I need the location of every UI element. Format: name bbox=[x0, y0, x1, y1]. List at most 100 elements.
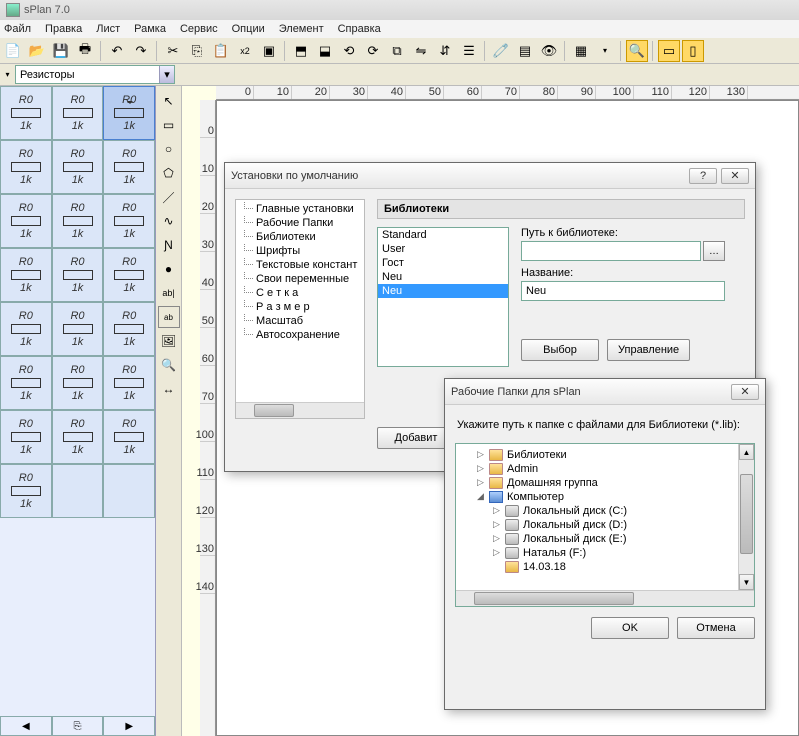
poly-icon[interactable]: ⬠ bbox=[158, 162, 180, 184]
menu-help[interactable]: Справка bbox=[338, 23, 381, 35]
list-item[interactable]: User bbox=[378, 242, 508, 256]
flip-h-icon[interactable]: ⇋ bbox=[410, 40, 432, 62]
folder-tree-item[interactable]: ▷Наталья (F:) bbox=[460, 546, 750, 560]
palette-item[interactable]: R01k bbox=[0, 464, 52, 518]
component-category-combo[interactable]: Резисторы ▾ bbox=[15, 65, 175, 84]
cut-icon[interactable]: ✂ bbox=[162, 40, 184, 62]
selector-mid[interactable]: ⎘ bbox=[52, 716, 104, 736]
tree-item[interactable]: Главные установки bbox=[240, 202, 364, 216]
expand-icon[interactable]: ▷ bbox=[476, 479, 485, 488]
folder-tree-item[interactable]: ▷Admin bbox=[460, 462, 750, 476]
palette-item[interactable]: R01k bbox=[52, 86, 104, 140]
palette-item[interactable]: R01k bbox=[0, 356, 52, 410]
folder-tree-item[interactable]: ▷Локальный диск (E:) bbox=[460, 532, 750, 546]
expand-icon[interactable]: ▷ bbox=[492, 521, 501, 530]
x2-icon[interactable]: x2 bbox=[234, 40, 256, 62]
help-icon[interactable]: ? bbox=[689, 168, 717, 184]
folder-tree-item[interactable]: ▷Домашняя группа bbox=[460, 476, 750, 490]
palette-item[interactable] bbox=[52, 464, 104, 518]
palette-item[interactable]: R01k bbox=[103, 140, 155, 194]
zoom-icon[interactable]: 🔍 bbox=[626, 40, 648, 62]
folder-tree-item[interactable]: 14.03.18 bbox=[460, 560, 750, 574]
settings-dialog-title[interactable]: Установки по умолчанию ? ✕ bbox=[225, 163, 755, 189]
palette-item[interactable]: R01k bbox=[0, 410, 52, 464]
expand-icon[interactable]: ▷ bbox=[492, 535, 501, 544]
folder-tree-item[interactable]: ▷Локальный диск (D:) bbox=[460, 518, 750, 532]
paste-icon[interactable]: 📋 bbox=[210, 40, 232, 62]
textbox-icon[interactable]: ab bbox=[158, 306, 180, 328]
palette-item[interactable]: R01k bbox=[0, 140, 52, 194]
undo-icon[interactable]: ↶ bbox=[106, 40, 128, 62]
palette-item[interactable]: R01k bbox=[0, 248, 52, 302]
folder-tree-hscroll[interactable] bbox=[456, 590, 754, 606]
back-icon[interactable]: ⬓ bbox=[314, 40, 336, 62]
palette-item[interactable]: R01k bbox=[0, 194, 52, 248]
tree-item[interactable]: Р а з м е р bbox=[240, 300, 364, 314]
tree-item[interactable]: Библиотеки bbox=[240, 230, 364, 244]
select-button[interactable]: Выбор bbox=[521, 339, 599, 361]
name-input[interactable] bbox=[521, 281, 725, 301]
align-icon[interactable]: ☰ bbox=[458, 40, 480, 62]
front-icon[interactable]: ⬒ bbox=[290, 40, 312, 62]
line-icon[interactable]: ／ bbox=[158, 186, 180, 208]
num-icon[interactable]: ▤ bbox=[514, 40, 536, 62]
palette-item[interactable]: R01k bbox=[52, 140, 104, 194]
palette-item[interactable]: R01k bbox=[103, 356, 155, 410]
ok-button[interactable]: OK bbox=[591, 617, 669, 639]
rotate-right-icon[interactable]: ⟳ bbox=[362, 40, 384, 62]
menu-sheet[interactable]: Лист bbox=[96, 23, 120, 35]
dropdown-arrow-icon[interactable]: ▾ bbox=[594, 40, 616, 62]
browse-button[interactable]: … bbox=[703, 241, 725, 261]
palette-item[interactable]: R01k bbox=[103, 86, 155, 140]
settings-tree[interactable]: Главные установкиРабочие ПапкиБиблиотеки… bbox=[235, 199, 365, 419]
tree-item[interactable]: С е т к а bbox=[240, 286, 364, 300]
palette-item[interactable]: R01k bbox=[52, 302, 104, 356]
palette-item[interactable]: R01k bbox=[52, 356, 104, 410]
palette-item[interactable]: R01k bbox=[103, 248, 155, 302]
palette-item[interactable]: R01k bbox=[52, 410, 104, 464]
palette-item[interactable] bbox=[103, 464, 155, 518]
frame2-icon[interactable]: ▯ bbox=[682, 40, 704, 62]
flip-v-icon[interactable]: ⇵ bbox=[434, 40, 456, 62]
menu-options[interactable]: Опции bbox=[232, 23, 265, 35]
duplicate-icon[interactable]: ⧉ bbox=[386, 40, 408, 62]
scroll-down-icon[interactable]: ▼ bbox=[739, 574, 754, 590]
scroll-up-icon[interactable]: ▲ bbox=[739, 444, 754, 460]
palette-item[interactable]: R01k bbox=[103, 302, 155, 356]
tree-item[interactable]: Масштаб bbox=[240, 314, 364, 328]
folder-tree-item[interactable]: ▷Библиотеки bbox=[460, 448, 750, 462]
clip-icon[interactable]: 🧷 bbox=[490, 40, 512, 62]
grid-icon[interactable]: ▦ bbox=[570, 40, 592, 62]
image-icon[interactable]: 🖼 bbox=[158, 330, 180, 352]
folder-tree-item[interactable]: ▷Локальный диск (C:) bbox=[460, 504, 750, 518]
rect-icon[interactable]: ▭ bbox=[158, 114, 180, 136]
list-item[interactable]: Standard bbox=[378, 228, 508, 242]
bezier-icon[interactable]: Ɲ bbox=[158, 234, 180, 256]
group-icon[interactable]: ▣ bbox=[258, 40, 280, 62]
expand-icon[interactable]: ▷ bbox=[492, 507, 501, 516]
scroll-thumb[interactable] bbox=[474, 592, 634, 605]
open-icon[interactable]: 📂 bbox=[26, 40, 48, 62]
print-icon[interactable]: 🖶 bbox=[74, 40, 96, 62]
new-icon[interactable]: 📄 bbox=[2, 40, 24, 62]
chevron-down-icon[interactable]: ▾ bbox=[159, 66, 174, 83]
list-item[interactable]: Neu bbox=[378, 270, 508, 284]
zoom-tool-icon[interactable]: 🔍 bbox=[158, 354, 180, 376]
redo-icon[interactable]: ↷ bbox=[130, 40, 152, 62]
folder-tree-item[interactable]: ◢Компьютер bbox=[460, 490, 750, 504]
selector-next[interactable]: ▶ bbox=[103, 716, 155, 736]
rotate-left-icon[interactable]: ⟲ bbox=[338, 40, 360, 62]
folder-dialog-title[interactable]: Рабочие Папки для sPlan ✕ bbox=[445, 379, 765, 405]
folder-tree-vscroll[interactable]: ▲ ▼ bbox=[738, 444, 754, 590]
menu-element[interactable]: Элемент bbox=[279, 23, 324, 35]
list-item[interactable]: Гост bbox=[378, 256, 508, 270]
scroll-thumb[interactable] bbox=[740, 474, 753, 554]
palette-item[interactable]: R01k bbox=[52, 248, 104, 302]
tree-item[interactable]: Рабочие Папки bbox=[240, 216, 364, 230]
palette-item[interactable]: R01k bbox=[0, 86, 52, 140]
find-icon[interactable]: 👁 bbox=[538, 40, 560, 62]
folder-tree[interactable]: ▷Библиотеки▷Admin▷Домашняя группа◢Компью… bbox=[455, 443, 755, 607]
tree-item[interactable]: Автосохранение bbox=[240, 328, 364, 342]
save-icon[interactable]: 💾 bbox=[50, 40, 72, 62]
text-icon[interactable]: ab| bbox=[158, 282, 180, 304]
